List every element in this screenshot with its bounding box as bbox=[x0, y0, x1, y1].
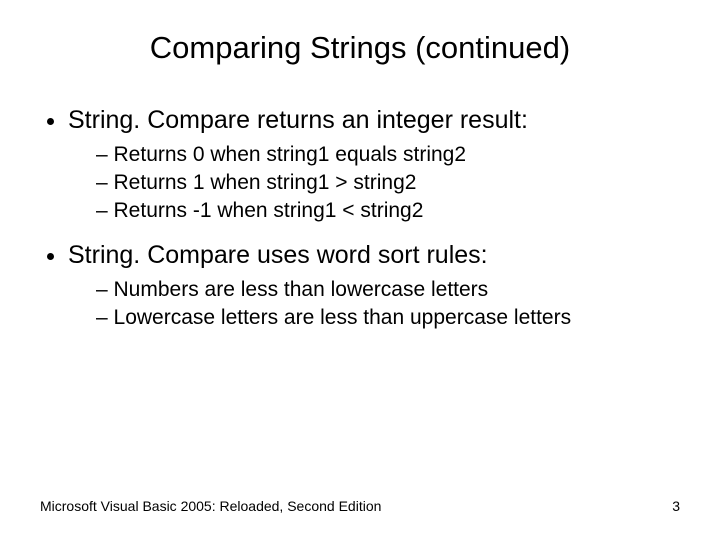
sub-bullet-list: Returns 0 when string1 equals string2 Re… bbox=[68, 143, 680, 223]
sub-bullet-item: Returns 1 when string1 > string2 bbox=[96, 171, 680, 195]
sub-bullet-list: Numbers are less than lowercase letters … bbox=[68, 278, 680, 330]
footer-left: Microsoft Visual Basic 2005: Reloaded, S… bbox=[40, 498, 381, 514]
slide-title: Comparing Strings (continued) bbox=[0, 0, 720, 76]
sub-bullet-item: Lowercase letters are less than uppercas… bbox=[96, 306, 680, 330]
slide-body: String. Compare returns an integer resul… bbox=[0, 76, 720, 330]
slide-footer: Microsoft Visual Basic 2005: Reloaded, S… bbox=[40, 498, 680, 514]
bullet-item: String. Compare uses word sort rules: Nu… bbox=[68, 241, 680, 330]
bullet-item: String. Compare returns an integer resul… bbox=[68, 106, 680, 223]
bullet-list: String. Compare returns an integer resul… bbox=[40, 106, 680, 330]
sub-bullet-item: Numbers are less than lowercase letters bbox=[96, 278, 680, 302]
sub-bullet-item: Returns 0 when string1 equals string2 bbox=[96, 143, 680, 167]
page-number: 3 bbox=[672, 498, 680, 514]
bullet-text: String. Compare uses word sort rules: bbox=[68, 241, 488, 269]
slide: Comparing Strings (continued) String. Co… bbox=[0, 0, 720, 540]
sub-bullet-item: Returns -1 when string1 < string2 bbox=[96, 199, 680, 223]
bullet-text: String. Compare returns an integer resul… bbox=[68, 106, 528, 134]
